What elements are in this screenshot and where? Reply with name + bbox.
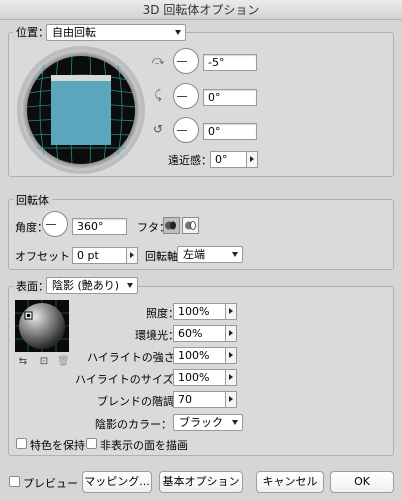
blend-steps-label: ブレンドの階調： xyxy=(97,395,185,408)
perspective-label: 遠近感： xyxy=(168,154,212,167)
y-rotation-dial[interactable] xyxy=(173,83,199,109)
ambient-light-value: 60% xyxy=(178,327,203,340)
angle-input[interactable]: 360° xyxy=(72,218,127,235)
chevron-right-icon[interactable] xyxy=(225,392,236,407)
cap-on-icon xyxy=(165,221,176,230)
mapping-button[interactable]: マッピング... xyxy=(82,471,152,493)
lighting-sphere-preview[interactable] xyxy=(15,300,69,352)
position-preset-value: 自由回転 xyxy=(52,26,96,39)
light-intensity-combo[interactable]: 100% xyxy=(173,303,237,320)
offset-combo[interactable]: 0 pt xyxy=(72,247,138,264)
preview-label: プレビュー xyxy=(23,477,78,490)
x-rotation-input[interactable]: -5° xyxy=(203,54,257,71)
highlight-size-combo[interactable]: 100% xyxy=(173,369,237,386)
draw-hidden-faces-checkbox[interactable] xyxy=(86,438,97,449)
z-rotation-input[interactable]: 0° xyxy=(203,123,257,140)
ambient-light-combo[interactable]: 60% xyxy=(173,325,237,342)
chevron-right-icon[interactable] xyxy=(225,348,236,363)
chevron-down-icon xyxy=(175,30,181,35)
x-axis-rotate-icon: ⤼ xyxy=(151,53,165,67)
shading-color-value: ブラック xyxy=(179,416,223,429)
chevron-right-icon[interactable] xyxy=(225,370,236,385)
move-light-back-icon[interactable]: ⇆ xyxy=(17,356,29,368)
blend-steps-combo[interactable]: 70 xyxy=(173,391,237,408)
track-cube-graphic xyxy=(17,46,145,174)
preserve-spot-checkbox[interactable] xyxy=(16,438,27,449)
highlight-intensity-value: 100% xyxy=(178,349,210,362)
chevron-down-icon xyxy=(127,283,133,288)
axis-label: 回転軸 xyxy=(145,250,178,263)
surface-preset-select[interactable]: 陰影 (艶あり) xyxy=(46,277,138,294)
perspective-combo[interactable]: 0° xyxy=(210,151,258,168)
chevron-right-icon[interactable] xyxy=(225,304,236,319)
highlight-size-label: ハイライトのサイズ： xyxy=(75,373,185,386)
shading-color-label: 陰影のカラー： xyxy=(95,418,172,431)
highlight-size-value: 100% xyxy=(178,371,210,384)
surface-preset-value: 陰影 (艶あり) xyxy=(52,279,120,292)
position-preset-select[interactable]: 自由回転 xyxy=(46,24,186,41)
shading-color-select[interactable]: ブラック xyxy=(173,414,243,431)
chevron-down-icon xyxy=(232,252,238,257)
cap-on-button[interactable] xyxy=(163,217,180,234)
preview-checkbox[interactable] xyxy=(9,476,20,487)
chevron-right-icon[interactable] xyxy=(225,326,236,341)
z-axis-rotate-icon: ↺ xyxy=(152,122,164,136)
chevron-right-icon[interactable] xyxy=(246,152,257,167)
highlight-intensity-label: ハイライトの強さ： xyxy=(87,351,186,364)
cancel-button[interactable]: キャンセル xyxy=(256,471,324,493)
chevron-down-icon xyxy=(232,420,238,425)
lighting-sphere-graphic xyxy=(15,300,69,352)
y-rotation-input[interactable]: 0° xyxy=(203,89,257,106)
highlight-intensity-combo[interactable]: 100% xyxy=(173,347,237,364)
new-light-icon[interactable]: ⊡ xyxy=(38,356,50,368)
light-intensity-value: 100% xyxy=(178,305,210,318)
perspective-value: 0° xyxy=(215,153,228,166)
angle-dial[interactable] xyxy=(42,211,68,237)
axis-value: 左端 xyxy=(183,248,205,261)
window-title: 3D 回転体オプション xyxy=(0,0,402,20)
rotation-track-cube[interactable] xyxy=(14,45,149,175)
basic-options-button[interactable]: 基本オプション xyxy=(159,471,243,493)
trash-icon[interactable]: 🗑 xyxy=(57,356,70,368)
offset-value: 0 pt xyxy=(77,249,99,262)
y-axis-rotate-icon: ⤹ xyxy=(154,88,162,102)
z-rotation-dial[interactable] xyxy=(173,117,199,143)
blend-steps-value: 70 xyxy=(178,393,192,406)
draw-hidden-faces-label: 非表示の面を描画 xyxy=(100,439,188,452)
cap-off-button[interactable] xyxy=(182,217,199,234)
axis-select[interactable]: 左端 xyxy=(177,246,243,263)
preserve-spot-label: 特色を保持 xyxy=(30,439,85,452)
cap-off-icon xyxy=(185,221,196,230)
x-rotation-dial[interactable] xyxy=(173,48,199,74)
revolve-group-label: 回転体 xyxy=(13,192,52,208)
ok-button[interactable]: OK xyxy=(330,471,394,493)
chevron-right-icon[interactable] xyxy=(126,248,137,263)
